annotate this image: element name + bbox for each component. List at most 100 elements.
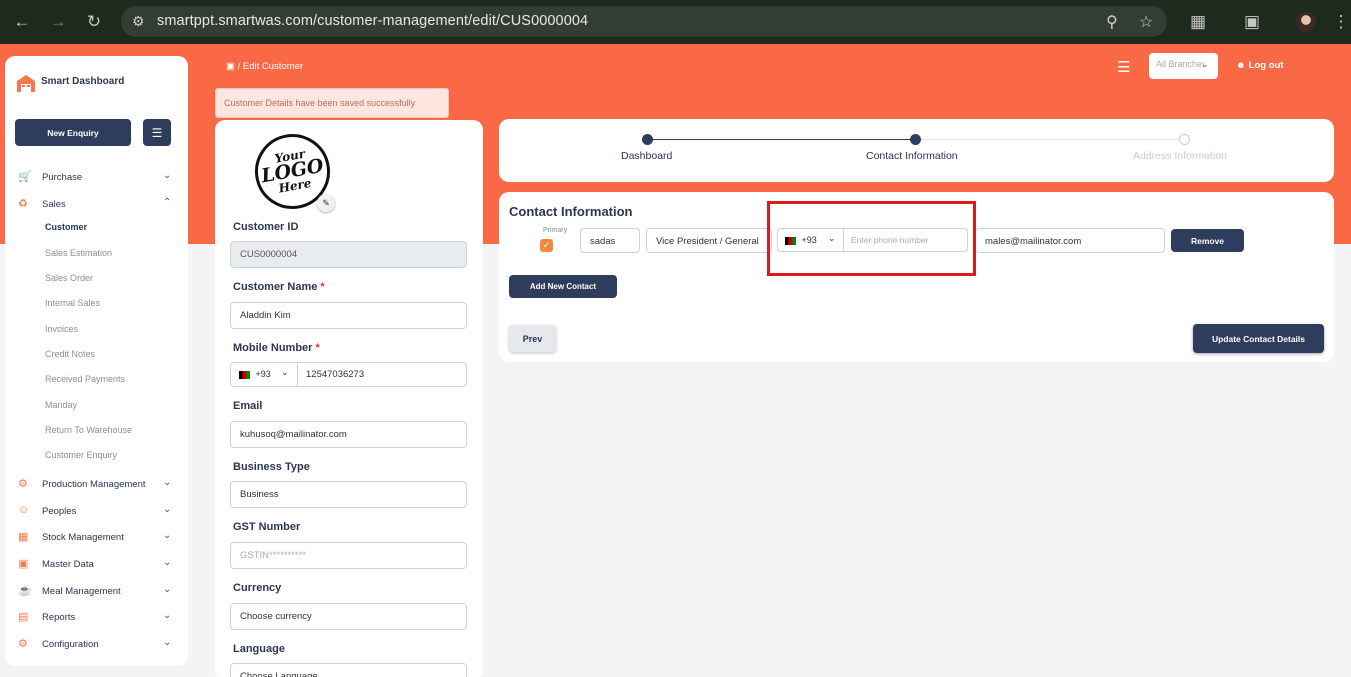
chevron-down-icon: ⌄ [1201, 59, 1209, 69]
chevron-down-icon: ⌄ [163, 637, 172, 648]
customer-id-label: Customer ID [233, 221, 299, 233]
sidebar-item-purchase[interactable]: 🛒 Purchase ⌄ [5, 169, 188, 187]
branch-select-value: All Branches [1156, 59, 1204, 69]
afghanistan-flag-icon [239, 370, 250, 379]
sidebar-subitem-received-payments[interactable]: Received Payments [45, 374, 125, 384]
sidebar-subitem-manday[interactable]: Manday [45, 400, 77, 410]
breadcrumb: ▣ / Edit Customer [226, 61, 303, 72]
sidebar-item-label: Peoples [42, 506, 77, 517]
sidebar-subitem-internal-sales[interactable]: Internal Sales [45, 298, 100, 308]
mobile-number-field[interactable]: 12547036273 [298, 362, 467, 387]
warehouse-logo-icon [17, 75, 35, 92]
sidebar-item-production-management[interactable]: ⚙ Production Management ⌄ [5, 476, 188, 494]
update-contact-details-button[interactable]: Update Contact Details [1193, 324, 1324, 353]
sidebar-item-configuration[interactable]: ⚙ Configuration ⌄ [5, 636, 188, 654]
customer-name-field[interactable]: Aladdin Kim [230, 302, 467, 329]
required-mark: * [320, 281, 325, 293]
sidebar-item-label: Purchase [42, 172, 83, 183]
home-icon[interactable]: ▣ [226, 61, 235, 72]
step-dot-contact-information[interactable] [910, 134, 921, 145]
step-dot-address-information[interactable] [1179, 134, 1190, 145]
sidebar-item-master-data[interactable]: ▣ Master Data ⌄ [5, 556, 188, 574]
branch-select[interactable]: All Branches ⌄ [1149, 53, 1218, 79]
cast-icon[interactable]: ▣ [1238, 8, 1266, 36]
zoom-icon[interactable]: ⚲ [1106, 12, 1118, 32]
mobile-country-code-select[interactable]: +93 ⌄ [230, 362, 298, 387]
success-toast: Customer Details have been saved success… [215, 88, 449, 118]
sidebar-item-reports[interactable]: ▤ Reports ⌄ [5, 609, 188, 627]
sales-icon: ♻ [18, 198, 28, 210]
contact-email-field[interactable]: males@mailinator.com [975, 228, 1165, 253]
business-type-select[interactable]: Business [230, 481, 467, 508]
sidebar-item-label: Configuration [42, 639, 99, 650]
step-connector-done [648, 139, 916, 140]
master-data-icon: ▣ [18, 558, 29, 570]
bookmark-star-icon[interactable]: ☆ [1139, 12, 1153, 32]
address-bar[interactable]: ⚙ smartppt.smartwas.com/customer-managem… [121, 6, 1167, 37]
url-text[interactable]: smartppt.smartwas.com/customer-managemen… [157, 13, 588, 29]
kebab-menu-icon[interactable]: ⋮ [1327, 8, 1351, 36]
people-icon: ☺ [18, 504, 30, 516]
sidebar-item-sales[interactable]: ♻ Sales ⌃ [5, 196, 188, 214]
contact-name-field[interactable]: sadas [580, 228, 640, 253]
sidebar-subitem-customer-enquiry[interactable]: Customer Enquiry [45, 450, 117, 460]
sidebar-subitem-invoices[interactable]: Invoices [45, 324, 78, 334]
brand-name: Smart Dashboard [41, 76, 125, 87]
extensions-icon[interactable]: ▦ [1184, 8, 1212, 36]
forward-arrow-icon[interactable]: → [44, 8, 72, 36]
sidebar-item-label: Meal Management [42, 586, 121, 597]
mobile-number-label: Mobile Number * [233, 342, 320, 354]
step-label-contact-information[interactable]: Contact Information [866, 150, 958, 162]
email-field[interactable]: kuhusoq@mailinator.com [230, 421, 467, 448]
new-enquiry-button[interactable]: New Enquiry [15, 119, 131, 146]
currency-label: Currency [233, 582, 282, 594]
chevron-down-icon: ⌄ [163, 610, 172, 621]
gst-number-label: GST Number [233, 521, 301, 533]
customer-id-field: CUS0000004 [230, 241, 467, 268]
sidebar-item-stock-management[interactable]: ▦ Stock Management ⌄ [5, 529, 188, 547]
prev-button[interactable]: Prev [509, 325, 556, 352]
chevron-down-icon: ⌄ [281, 367, 289, 377]
sidebar-item-meal-management[interactable]: ☕ Meal Management ⌄ [5, 583, 188, 601]
primary-label: Primary [543, 227, 568, 234]
primary-checkbox[interactable]: ✓ [540, 239, 553, 252]
chevron-down-icon: ⌄ [163, 170, 172, 181]
sidebar-subitem-return-to-warehouse[interactable]: Return To Warehouse [45, 425, 132, 435]
sidebar-item-peoples[interactable]: ☺ Peoples ⌄ [5, 503, 188, 521]
browser-toolbar: ← → ↻ ⚙ smartppt.smartwas.com/customer-m… [0, 0, 1351, 44]
chevron-down-icon: ⌄ [163, 477, 172, 488]
step-dot-dashboard[interactable] [642, 134, 653, 145]
currency-select[interactable]: Choose currency [230, 603, 467, 630]
sidebar-subitem-sales-order[interactable]: Sales Order [45, 273, 93, 283]
back-arrow-icon[interactable]: ← [8, 8, 36, 36]
sidebar-subitem-credit-notes[interactable]: Credit Notes [45, 349, 95, 359]
sidebar-subitem-sales-estimation[interactable]: Sales Estimation [45, 248, 112, 258]
breadcrumb-current: Edit Customer [242, 61, 304, 72]
profile-avatar[interactable] [1292, 8, 1320, 36]
hamburger-icon[interactable]: ☰ [1117, 58, 1130, 76]
gst-number-field[interactable]: GSTIN********** [230, 542, 467, 569]
mobile-country-code: +93 [255, 369, 271, 379]
chevron-down-icon: ⌄ [163, 584, 172, 595]
customer-name-label: Customer Name * [233, 281, 325, 293]
stock-icon: ▦ [18, 531, 29, 543]
sidebar-item-label: Production Management [42, 479, 146, 490]
step-label-dashboard[interactable]: Dashboard [621, 150, 672, 162]
menu-toggle-icon[interactable]: ☰ [143, 119, 171, 146]
logout-link[interactable]: ☻ Log out [1236, 60, 1283, 71]
production-icon: ⚙ [18, 478, 28, 490]
email-label: Email [233, 400, 263, 412]
language-select[interactable]: Choose Language [230, 663, 467, 677]
language-label: Language [233, 643, 285, 655]
remove-contact-button[interactable]: Remove [1171, 229, 1244, 252]
chevron-down-icon: ⌄ [163, 504, 172, 515]
site-info-icon[interactable]: ⚙ [132, 13, 145, 30]
sidebar-item-label: Stock Management [42, 532, 124, 543]
step-label-address-information[interactable]: Address Information [1133, 150, 1227, 162]
edit-pencil-icon[interactable]: ✎ [317, 194, 335, 212]
contact-designation-field[interactable]: Vice President / General [646, 228, 772, 253]
add-new-contact-button[interactable]: Add New Contact [509, 275, 617, 298]
sidebar-subitem-customer[interactable]: Customer [45, 222, 87, 232]
reload-icon[interactable]: ↻ [80, 8, 108, 36]
reports-icon: ▤ [18, 611, 29, 623]
